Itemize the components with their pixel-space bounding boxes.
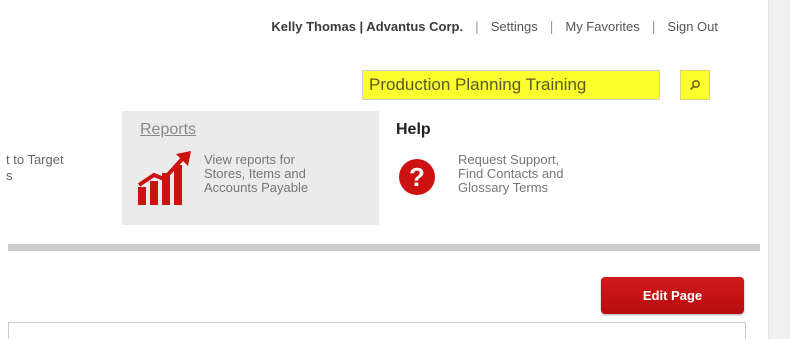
menu-item-partial-line: t to Target — [6, 152, 64, 167]
help-description-line: Request Support, — [458, 152, 560, 167]
search-input[interactable] — [362, 70, 660, 100]
menu-item-reports[interactable]: Reports View reports for Stores, Items a… — [122, 111, 379, 225]
user-bar: Kelly Thomas | Advantus Corp. | Settings… — [271, 18, 718, 34]
chart-growth-icon — [137, 151, 191, 205]
help-description-line: Find Contacts and — [458, 166, 564, 181]
separator: | — [549, 18, 554, 34]
reports-description-line: Stores, Items and — [204, 166, 306, 181]
help-description: Request Support, Find Contacts and Gloss… — [458, 153, 648, 195]
user-name: Kelly Thomas | Advantus Corp. — [271, 18, 464, 34]
reports-description-line: Accounts Payable — [204, 180, 309, 195]
section-divider — [8, 244, 760, 251]
help-description-line: Glossary Terms — [458, 180, 549, 195]
content-panel — [8, 322, 746, 339]
search-button[interactable] — [680, 70, 710, 100]
svg-text:?: ? — [409, 162, 425, 192]
menu-item-partial-line: s — [6, 168, 13, 183]
edit-page-button[interactable]: Edit Page — [601, 277, 744, 314]
settings-link[interactable]: Settings — [491, 19, 538, 34]
menu-item-partial[interactable]: t to Target s — [6, 152, 64, 184]
sign-out-link[interactable]: Sign Out — [667, 19, 718, 34]
separator: | — [475, 18, 479, 34]
reports-description-line: View reports for — [204, 152, 295, 167]
search-icon — [689, 79, 701, 91]
reports-description: View reports for Stores, Items and Accou… — [204, 153, 374, 195]
help-title[interactable]: Help — [396, 121, 431, 139]
separator: | — [651, 18, 656, 34]
reports-link[interactable]: Reports — [140, 121, 196, 139]
search-bar — [362, 69, 714, 101]
question-circle-icon: ? — [399, 159, 435, 195]
scrollbar[interactable] — [768, 0, 790, 339]
my-favorites-link[interactable]: My Favorites — [565, 19, 639, 34]
